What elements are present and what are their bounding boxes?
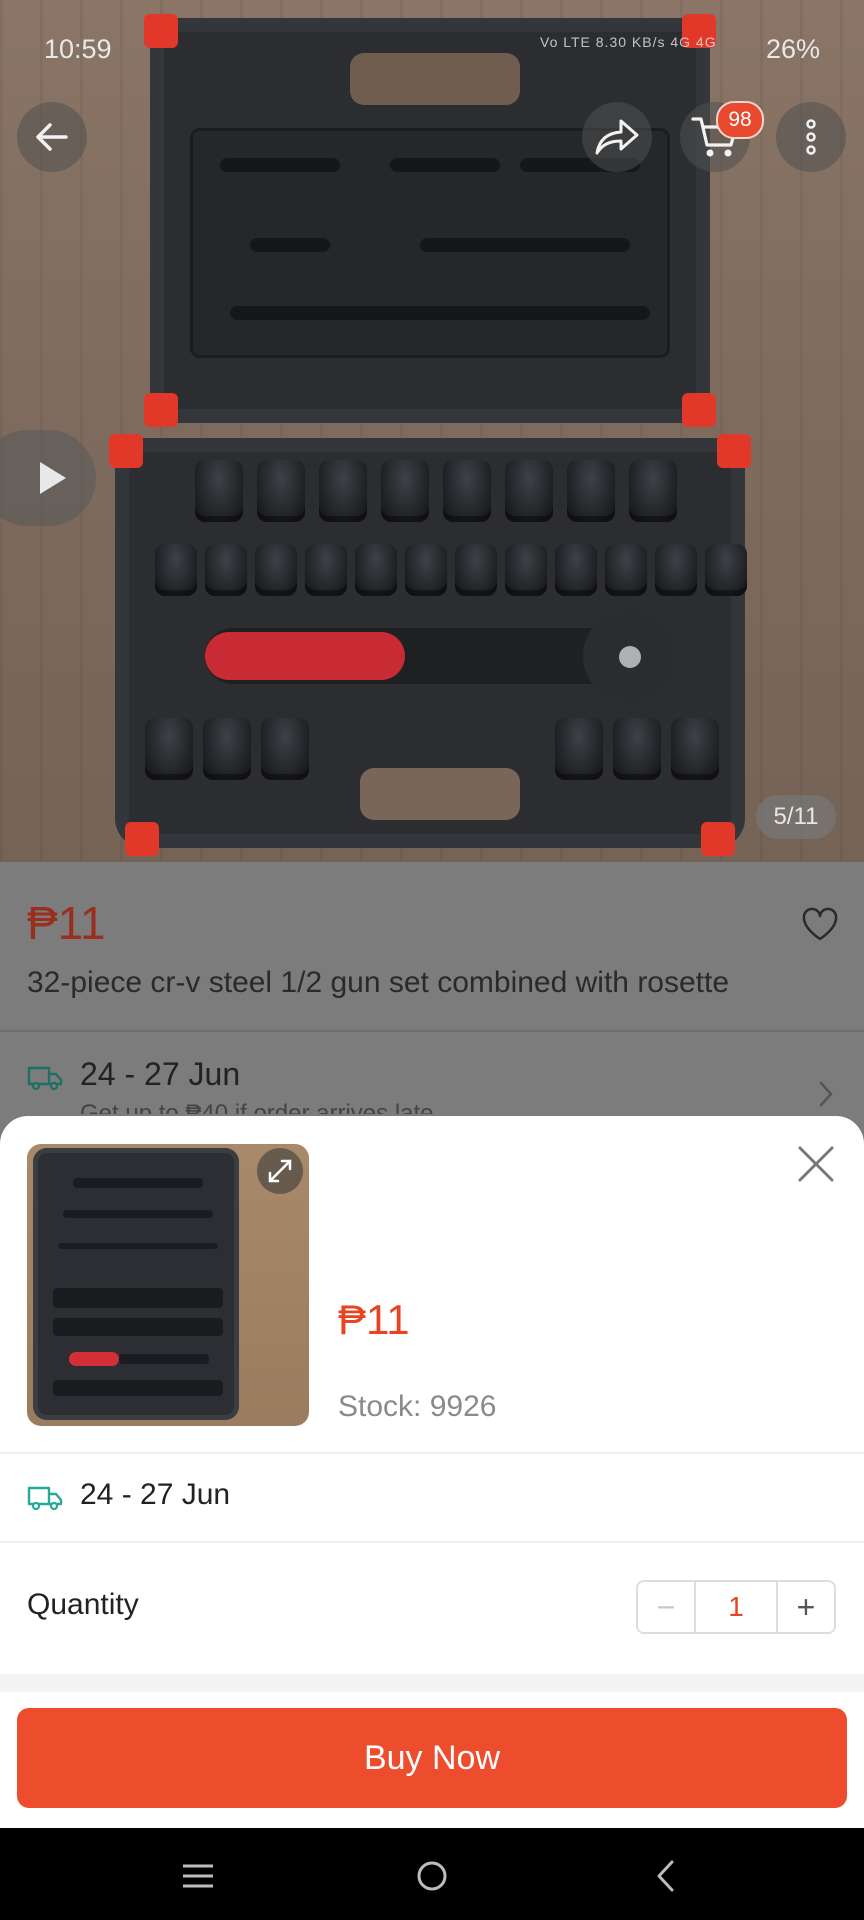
section-separator — [0, 1674, 864, 1692]
share-button[interactable] — [582, 102, 652, 172]
toolbox-tray-image — [109, 434, 751, 856]
sheet-delivery-date: 24 - 27 Jun — [80, 1478, 231, 1511]
system-navigation-bar — [0, 1828, 864, 1920]
product-price: ₱11 — [27, 897, 106, 949]
chevron-right-icon[interactable] — [818, 1080, 834, 1108]
heart-icon[interactable] — [800, 906, 840, 942]
divider — [0, 1452, 864, 1454]
share-icon — [595, 119, 639, 155]
status-battery: 26% — [765, 34, 820, 64]
status-time: 10:59 — [44, 34, 112, 64]
cart-badge: 98 — [716, 101, 764, 139]
divider — [0, 1541, 864, 1543]
close-icon[interactable] — [794, 1142, 838, 1186]
status-signal: Vo LTE 8.30 KB/s 4G 4G — [540, 34, 717, 50]
product-title: 32-piece cr-v steel 1/2 gun set combined… — [27, 966, 730, 999]
expand-icon — [268, 1159, 292, 1183]
play-icon — [40, 462, 66, 494]
expand-image-button[interactable] — [257, 1148, 303, 1194]
more-options-button[interactable] — [776, 102, 846, 172]
quantity-increase-button[interactable]: + — [778, 1582, 834, 1632]
delivery-guarantee-note: Get up to ₱40 if order arrives late — [80, 1100, 434, 1114]
truck-icon — [27, 1066, 63, 1090]
stock-count: Stock: 9926 — [338, 1390, 497, 1423]
back-button[interactable] — [17, 102, 87, 172]
product-delivery-date[interactable]: 24 - 27 Jun — [80, 1056, 240, 1093]
divider — [0, 1030, 864, 1032]
play-video-button[interactable] — [0, 430, 96, 526]
more-vertical-icon — [806, 119, 816, 155]
home-icon[interactable] — [412, 1856, 452, 1896]
quantity-stepper: − 1 + — [636, 1580, 836, 1634]
quantity-decrease-button[interactable]: − — [638, 1582, 694, 1632]
back-icon[interactable] — [646, 1856, 686, 1896]
variant-price: ₱11 — [338, 1296, 410, 1343]
image-page-indicator: 5/11 — [756, 795, 836, 839]
menu-icon[interactable] — [178, 1856, 218, 1896]
buy-now-button[interactable]: Buy Now — [17, 1708, 847, 1808]
status-bar: 10:59 Vo LTE 8.30 KB/s 4G 4G 26% — [0, 24, 864, 74]
quantity-label: Quantity — [27, 1588, 139, 1621]
truck-icon — [27, 1486, 63, 1510]
quantity-input[interactable]: 1 — [694, 1582, 778, 1632]
toolbox-lid-image — [144, 14, 716, 427]
back-arrow-icon — [36, 123, 68, 151]
